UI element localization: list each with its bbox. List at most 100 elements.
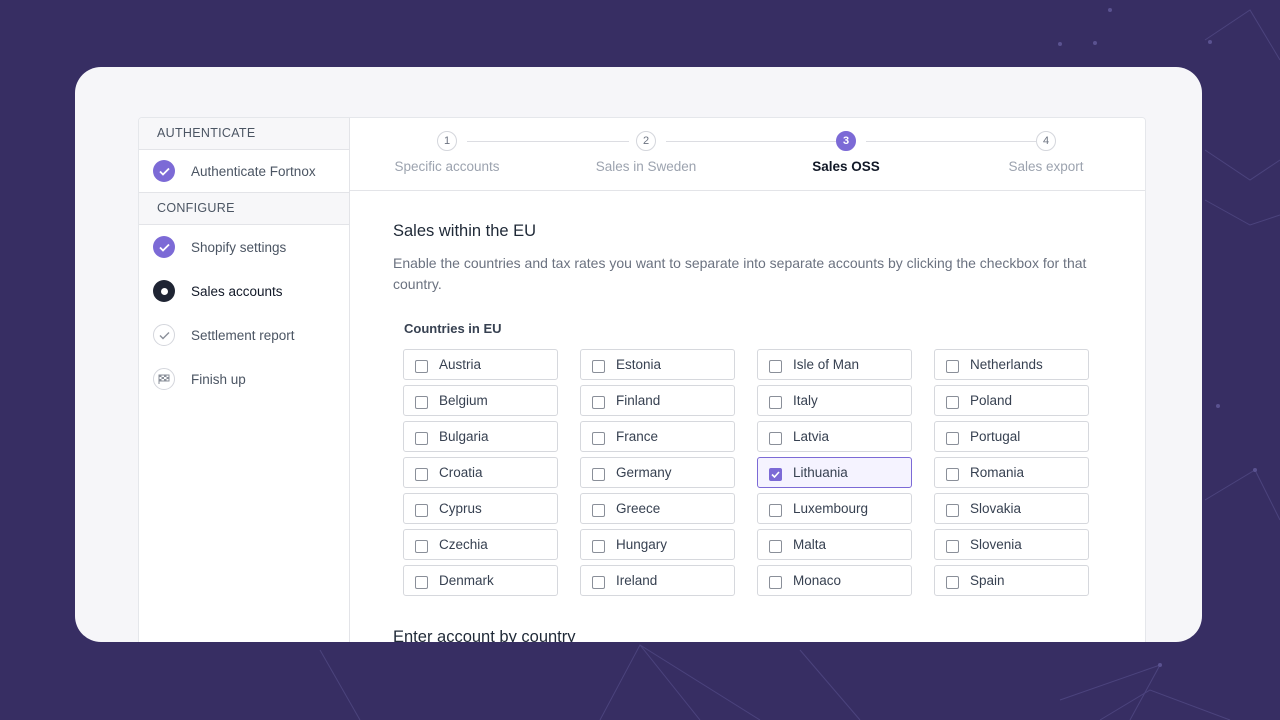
- country-checkbox-item[interactable]: Latvia: [757, 421, 912, 452]
- country-checkbox-item[interactable]: Austria: [403, 349, 558, 380]
- country-checkbox-item[interactable]: Bulgaria: [403, 421, 558, 452]
- country-name: Slovenia: [970, 537, 1022, 552]
- country-name: Belgium: [439, 393, 488, 408]
- country-checkbox-item[interactable]: Czechia: [403, 529, 558, 560]
- checkbox-icon[interactable]: [415, 503, 428, 517]
- section-description: Enable the countries and tax rates you w…: [393, 255, 1087, 292]
- checkbox-icon[interactable]: [946, 359, 959, 373]
- main-card: AUTHENTICATE Authenticate Fortnox CONFIG…: [75, 67, 1202, 642]
- country-checkbox-item[interactable]: Germany: [580, 457, 735, 488]
- country-checkbox-item[interactable]: Denmark: [403, 565, 558, 596]
- sidebar: AUTHENTICATE Authenticate Fortnox CONFIG…: [139, 118, 350, 642]
- checkbox-icon[interactable]: [415, 431, 428, 445]
- checkbox-icon[interactable]: [592, 431, 605, 445]
- checkbox-icon[interactable]: [592, 575, 605, 589]
- country-checkbox-item[interactable]: Greece: [580, 493, 735, 524]
- step-sales-export[interactable]: 4 Sales export: [946, 131, 1145, 174]
- country-checkbox-item[interactable]: Hungary: [580, 529, 735, 560]
- country-name: Cyprus: [439, 501, 482, 516]
- country-checkbox-item[interactable]: Malta: [757, 529, 912, 560]
- checkbox-icon[interactable]: [415, 467, 428, 481]
- step-number: 2: [636, 131, 656, 151]
- country-checkbox-item[interactable]: Isle of Man: [757, 349, 912, 380]
- section-title-account-by-country: Enter account by country: [393, 628, 576, 642]
- country-checkbox-item[interactable]: Finland: [580, 385, 735, 416]
- country-checkbox-item[interactable]: Estonia: [580, 349, 735, 380]
- step-sales-in-sweden[interactable]: 2 Sales in Sweden: [546, 131, 746, 174]
- step-label: Sales OSS: [812, 159, 880, 174]
- step-sales-oss[interactable]: 3 Sales OSS: [746, 131, 946, 174]
- country-checkbox-item[interactable]: Ireland: [580, 565, 735, 596]
- country-name: Spain: [970, 573, 1005, 588]
- sidebar-item-finish-up[interactable]: Finish up: [139, 357, 349, 401]
- country-checkbox-item[interactable]: Poland: [934, 385, 1089, 416]
- app-window: AUTHENTICATE Authenticate Fortnox CONFIG…: [138, 117, 1146, 642]
- country-checkbox-item[interactable]: Spain: [934, 565, 1089, 596]
- checkbox-icon[interactable]: [769, 575, 782, 589]
- sidebar-item-label: Authenticate Fortnox: [191, 163, 316, 179]
- country-name: Monaco: [793, 573, 842, 588]
- country-checkbox-item[interactable]: Luxembourg: [757, 493, 912, 524]
- check-icon: [153, 160, 175, 182]
- country-checkbox-item[interactable]: Lithuania: [757, 457, 912, 488]
- step-label: Sales in Sweden: [595, 159, 697, 174]
- checkbox-icon[interactable]: [415, 359, 428, 373]
- progress-stepper: 1 Specific accounts 2 Sales in Sweden 3 …: [350, 118, 1145, 191]
- country-checkbox-item[interactable]: France: [580, 421, 735, 452]
- sidebar-item-sales-accounts[interactable]: Sales accounts: [139, 269, 349, 313]
- country-name: Estonia: [616, 357, 662, 372]
- sidebar-item-shopify-settings[interactable]: Shopify settings: [139, 225, 349, 269]
- sidebar-item-label: Shopify settings: [191, 239, 287, 255]
- checkbox-icon[interactable]: [415, 575, 428, 589]
- checkbox-icon[interactable]: [769, 395, 782, 409]
- country-name: Netherlands: [970, 357, 1043, 372]
- country-checkbox-item[interactable]: Italy: [757, 385, 912, 416]
- checkbox-icon[interactable]: [769, 431, 782, 445]
- sidebar-item-settlement-report[interactable]: Settlement report: [139, 313, 349, 357]
- country-checkbox-item[interactable]: Slovakia: [934, 493, 1089, 524]
- country-name: Malta: [793, 537, 827, 552]
- section-header-configure: CONFIGURE: [139, 193, 349, 225]
- flag-icon: [153, 368, 175, 390]
- country-name: Portugal: [970, 429, 1021, 444]
- checkbox-icon[interactable]: [946, 503, 959, 517]
- sidebar-item-label: Sales accounts: [191, 283, 283, 299]
- country-checkbox-item[interactable]: Portugal: [934, 421, 1089, 452]
- country-name: Croatia: [439, 465, 483, 480]
- checkbox-icon[interactable]: [592, 503, 605, 517]
- country-checkbox-item[interactable]: Cyprus: [403, 493, 558, 524]
- country-checkbox-item[interactable]: Croatia: [403, 457, 558, 488]
- checkbox-icon[interactable]: [769, 359, 782, 373]
- country-name: Poland: [970, 393, 1013, 408]
- check-icon: [153, 236, 175, 258]
- country-checkbox-item[interactable]: Belgium: [403, 385, 558, 416]
- checkbox-icon[interactable]: [946, 467, 959, 481]
- checkbox-icon[interactable]: [946, 575, 959, 589]
- checkbox-icon[interactable]: [592, 395, 605, 409]
- checkbox-icon[interactable]: [592, 359, 605, 373]
- sidebar-item-authenticate-fortnox[interactable]: Authenticate Fortnox: [139, 150, 349, 193]
- country-name: Slovakia: [970, 501, 1022, 516]
- checkbox-icon[interactable]: [946, 431, 959, 445]
- step-number: 1: [437, 131, 457, 151]
- step-label: Specific accounts: [394, 159, 500, 174]
- country-checkbox-item[interactable]: Monaco: [757, 565, 912, 596]
- sidebar-item-label: Finish up: [191, 371, 246, 387]
- checkbox-icon[interactable]: [415, 539, 428, 553]
- step-specific-accounts[interactable]: 1 Specific accounts: [347, 131, 547, 174]
- checkbox-icon[interactable]: [946, 395, 959, 409]
- country-checkbox-item[interactable]: Slovenia: [934, 529, 1089, 560]
- country-name: Lithuania: [793, 465, 848, 480]
- checkbox-icon[interactable]: [592, 467, 605, 481]
- checkbox-icon[interactable]: [769, 539, 782, 553]
- checkbox-icon[interactable]: [415, 395, 428, 409]
- checkbox-icon[interactable]: [946, 539, 959, 553]
- section-header-authenticate: AUTHENTICATE: [139, 118, 349, 150]
- country-checkbox-item[interactable]: Netherlands: [934, 349, 1089, 380]
- checkbox-icon[interactable]: [592, 539, 605, 553]
- country-checkbox-item[interactable]: Romania: [934, 457, 1089, 488]
- checkbox-checked-icon[interactable]: [769, 467, 782, 481]
- country-name: Isle of Man: [793, 357, 860, 372]
- countries-label: Countries in EU: [404, 321, 502, 336]
- checkbox-icon[interactable]: [769, 503, 782, 517]
